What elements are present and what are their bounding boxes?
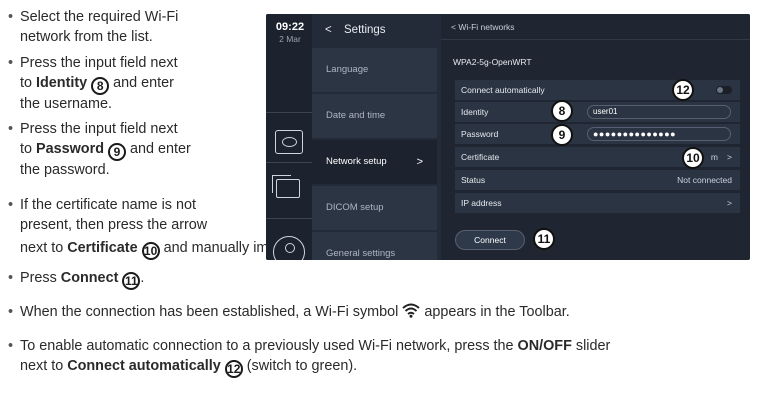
menu-item-language[interactable]: Language	[312, 48, 437, 92]
divider	[266, 112, 312, 113]
identity-label: Identity	[36, 74, 88, 91]
callout-11-badge: 11	[533, 228, 555, 250]
text-line: next to	[20, 357, 68, 374]
callout-10-badge: 10	[682, 147, 704, 169]
status-value: Not connected	[677, 175, 732, 185]
bullet-dot: •	[8, 338, 14, 354]
chevron-right-icon[interactable]: >	[727, 193, 732, 213]
callout-10: 10	[141, 242, 160, 260]
status-row: Status Not connected	[455, 170, 740, 190]
menu-item-dicom-setup[interactable]: DICOM setup	[312, 186, 437, 230]
connect-automatically-label: Connect automatically	[67, 357, 221, 374]
divider	[266, 162, 312, 163]
text-line: the password.	[20, 161, 110, 178]
text-line: Select the required Wi-Fi	[20, 9, 179, 25]
password-input[interactable]: ●●●●●●●●●●●●●●	[587, 127, 731, 141]
text-line: next to	[20, 240, 68, 256]
identity-input[interactable]: user01	[587, 105, 731, 119]
back-chevron-icon[interactable]: <	[325, 24, 332, 36]
bullet-dot: •	[8, 121, 14, 137]
callout-9: 9	[107, 142, 126, 161]
password-label: Password	[36, 140, 104, 157]
menu-item-label: DICOM setup	[326, 202, 384, 213]
text-line: to	[20, 140, 36, 157]
wifi-networks-back[interactable]: < Wi-Fi networks	[441, 14, 750, 40]
device-screen: 09:22 2 Mar < Settings Language Date and…	[266, 14, 750, 260]
menu-item-label: General settings	[326, 248, 396, 259]
row-label: Certificate	[461, 152, 500, 162]
instruction-text: Press the input field next to Password 9…	[20, 120, 191, 180]
callout-12-badge: 12	[672, 79, 694, 101]
instruction-text: Press the input field next to Identity 8…	[20, 54, 178, 114]
callout-8-badge: 8	[551, 100, 573, 122]
chevron-right-icon: >	[416, 156, 423, 168]
clock: 09:22	[275, 21, 305, 33]
connect-button[interactable]: Connect	[455, 230, 525, 250]
instruction-text: When the connection has been established…	[20, 303, 570, 325]
text-line: If the certificate name is not	[20, 197, 196, 213]
menu-item-network-setup[interactable]: Network setup >	[312, 140, 437, 184]
settings-title: Settings	[344, 24, 386, 36]
row-label: IP address	[461, 198, 502, 208]
row-label: Connect automatically	[461, 85, 545, 95]
bullet-dot: •	[8, 197, 14, 213]
row-label: Identity	[461, 107, 489, 117]
menu-item-general-settings[interactable]: General settings	[312, 232, 437, 260]
text-line: present, then press the arrow	[20, 216, 208, 233]
text-line: Press the input field next	[20, 55, 178, 71]
password-row: Password ●●●●●●●●●●●●●●	[455, 124, 740, 144]
connect-auto-toggle[interactable]	[716, 86, 732, 94]
text-line: (switch to green).	[242, 357, 358, 374]
callout-12: 12	[224, 359, 243, 378]
text-line: network from the list.	[20, 28, 153, 45]
side-rail: 09:22 2 Mar	[266, 14, 312, 260]
bullet-dot: •	[8, 270, 14, 286]
callout-11: 11	[122, 272, 141, 290]
text-line: and enter	[125, 140, 191, 157]
menu-item-date-time[interactable]: Date and time	[312, 94, 437, 138]
bullet-dot: •	[8, 304, 14, 320]
divider	[266, 218, 312, 219]
text-line: the username.	[20, 95, 112, 112]
text-line: Press	[20, 270, 61, 286]
instruction-text: If the certificate name is not present, …	[20, 196, 207, 235]
instruction-text: To enable automatic connection to a prev…	[20, 337, 610, 378]
ip-address-row[interactable]: IP address >	[455, 193, 740, 213]
text-line: Press the input field next	[20, 121, 178, 137]
text-line: appears in the Toolbar.	[424, 304, 570, 320]
settings-menu: < Settings Language Date and time Networ…	[312, 14, 437, 260]
menu-item-label: Language	[326, 64, 369, 75]
text-line: to	[20, 74, 36, 91]
certificate-label: Certificate	[67, 240, 138, 256]
bullet-dot: •	[8, 55, 14, 71]
instruction-text: Press Connect 11.	[20, 269, 144, 290]
network-name: WPA2-5g-OpenWRT	[453, 57, 532, 67]
identity-row: Identity user01	[455, 102, 740, 122]
text-line: To enable automatic connection to a prev…	[20, 338, 518, 354]
text-line: slider	[571, 338, 611, 354]
onoff-label: ON/OFF	[517, 338, 572, 354]
wifi-panel: < Wi-Fi networks WPA2-5g-OpenWRT Connect…	[441, 14, 750, 260]
live-view-icon[interactable]	[275, 130, 303, 154]
chevron-right-icon[interactable]: >	[727, 147, 732, 167]
menu-item-label: Network setup	[326, 156, 387, 167]
connect-auto-row: Connect automatically	[455, 80, 740, 100]
date: 2 Mar	[279, 34, 301, 44]
row-label: Password	[461, 129, 499, 139]
text-line: and enter	[109, 74, 174, 91]
callout-8: 8	[91, 76, 110, 95]
wifi-icon	[402, 303, 421, 325]
text-line: .	[140, 270, 145, 286]
bullet-dot: •	[8, 9, 14, 25]
instruction-text: Select the required Wi-Fi network from t…	[20, 8, 178, 47]
connect-label: Connect	[60, 270, 119, 286]
certificate-value: m	[710, 152, 718, 162]
row-label: Status	[461, 175, 486, 185]
menu-item-label: Date and time	[326, 110, 386, 121]
text-line: When the connection has been established…	[20, 304, 399, 320]
callout-9-badge: 9	[551, 124, 573, 146]
settings-header[interactable]: < Settings	[312, 14, 437, 48]
archive-icon[interactable]	[272, 175, 300, 198]
user-icon[interactable]	[273, 236, 305, 260]
